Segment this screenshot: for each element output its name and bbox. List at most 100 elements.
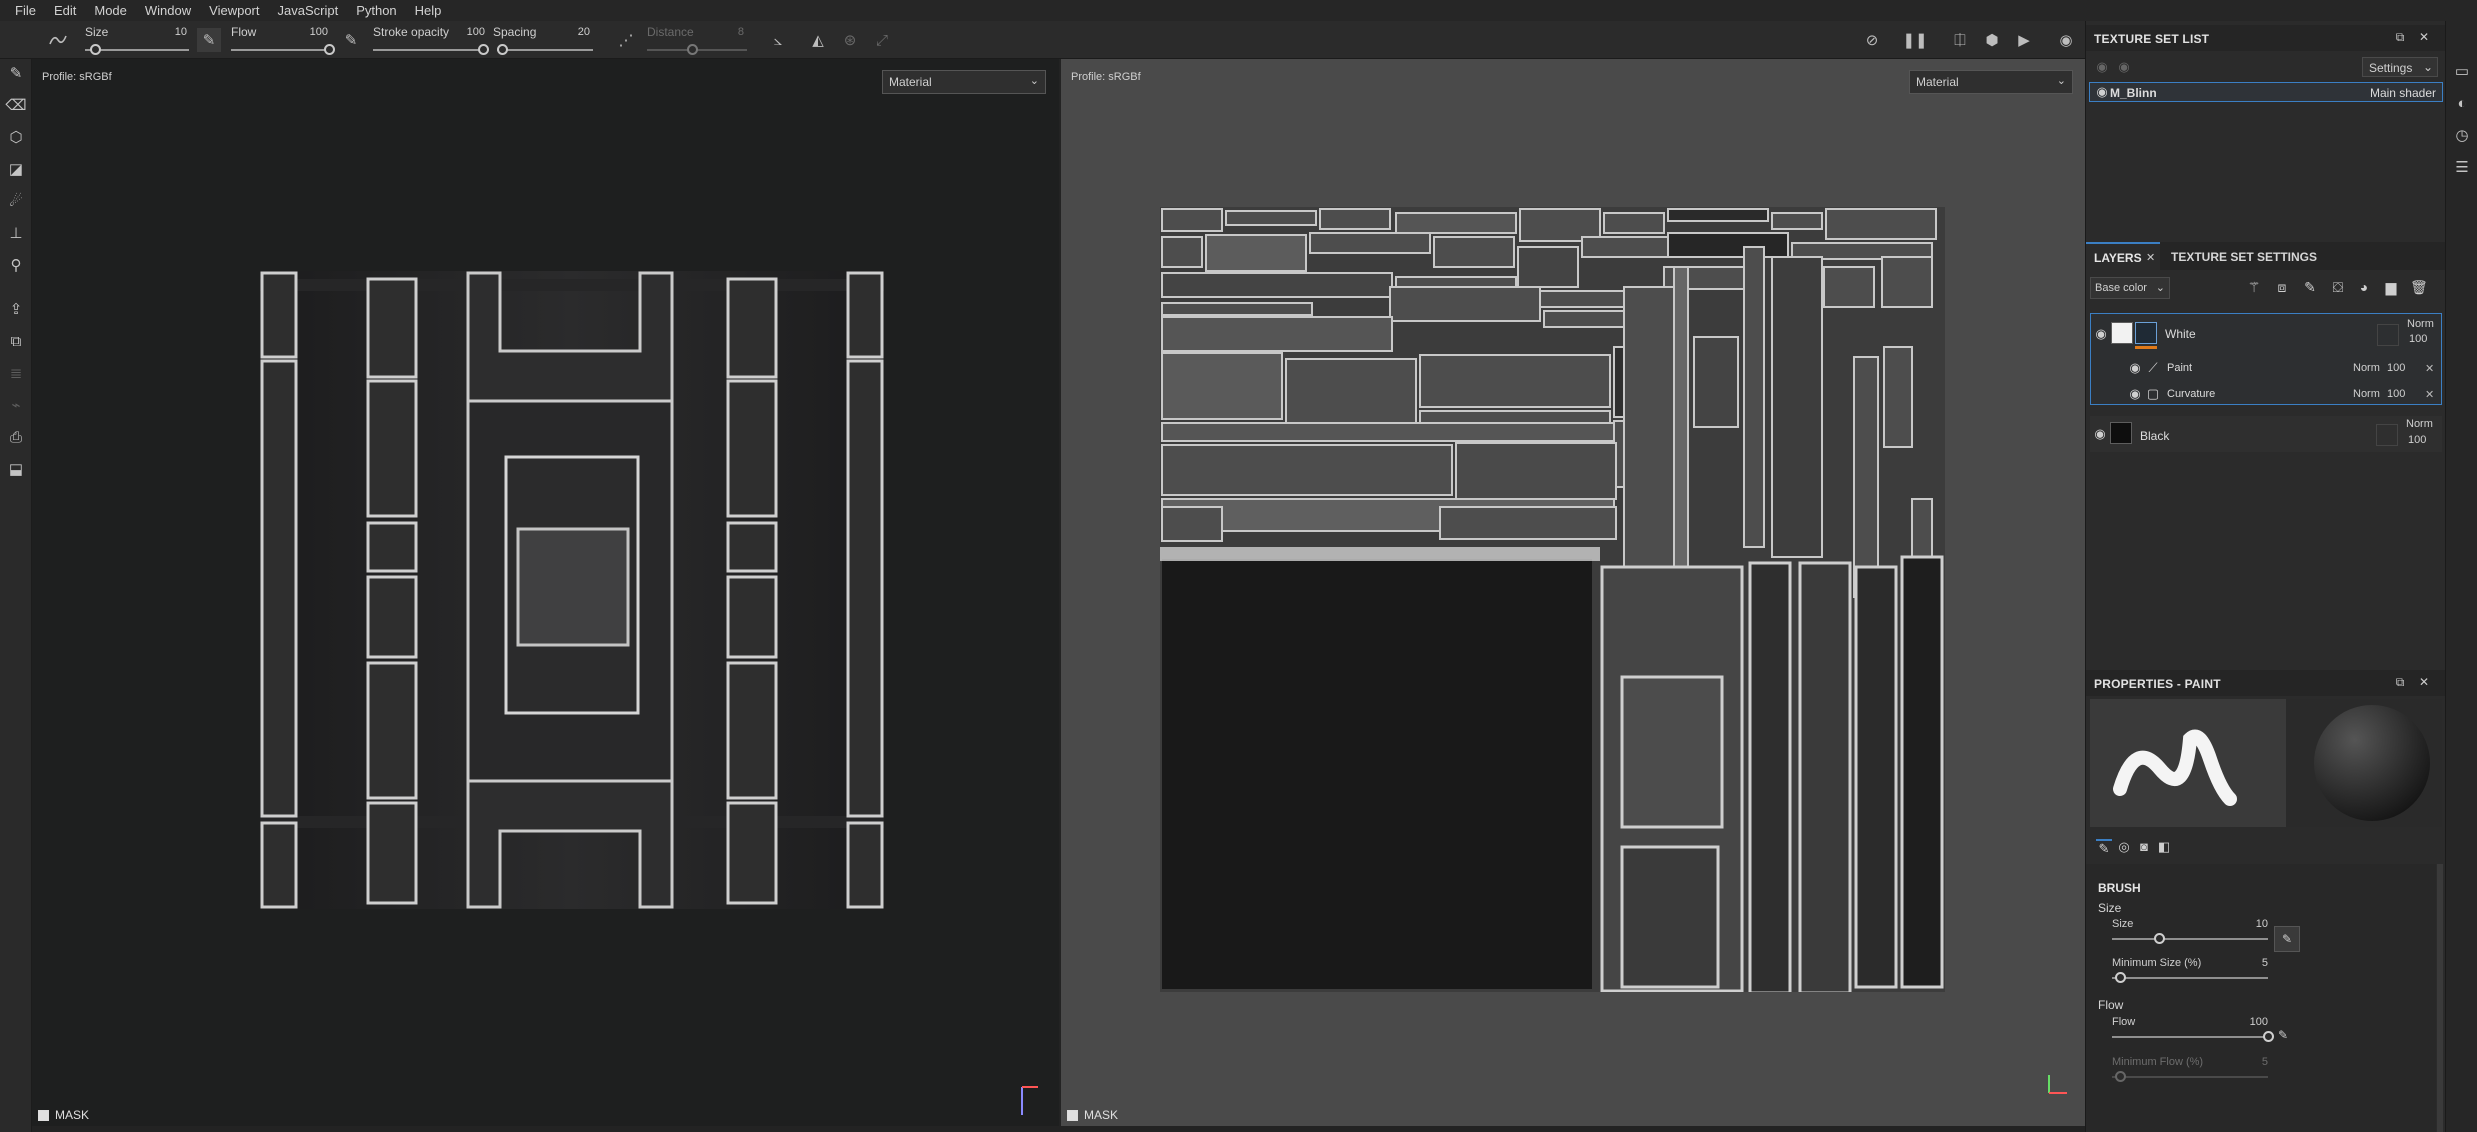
viewport-2d-channel-select[interactable]: Material ⌄ [1909, 70, 2073, 94]
texture-set-settings-button[interactable]: Settings ⌄ [2362, 57, 2438, 77]
tab-alpha-icon[interactable]: ◎ [2116, 839, 2132, 855]
log-icon[interactable]: ☰ [2450, 155, 2474, 179]
layer-white-opacity[interactable]: 100 [2409, 333, 2427, 345]
flow-slider-track[interactable] [231, 49, 329, 51]
spacing-slider-knob[interactable] [496, 44, 508, 55]
menu-edit[interactable]: Edit [45, 3, 85, 18]
close-icon[interactable]: ✕ [2425, 362, 2434, 375]
camera-3d-icon[interactable]: ⬢ [1980, 28, 2004, 52]
export-icon[interactable]: ⎙ [4, 425, 28, 449]
stroke-opacity-pen-icon[interactable]: ✎ [339, 28, 363, 52]
viewport-3d[interactable]: Profile: sRGBf Material ⌄ MASK [32, 59, 1059, 1126]
effect-paint-blend[interactable]: Norm [2353, 362, 2380, 374]
screenshot-icon[interactable]: ◉ [2054, 28, 2078, 52]
effect-curvature-opacity[interactable]: 100 [2387, 388, 2405, 400]
tab-material-icon[interactable]: ◧ [2156, 839, 2172, 855]
visibility-eye-icon[interactable]: ◉ [2127, 386, 2143, 402]
undock-icon[interactable]: ⧉ [2392, 30, 2408, 46]
size-slider-knob[interactable] [90, 44, 102, 55]
add-fill-layer-icon[interactable]: ⛋ [2330, 279, 2346, 295]
pause-icon[interactable]: ❚❚ [1902, 28, 1927, 52]
viewport-3d-channel-select[interactable]: Material ⌄ [882, 70, 1046, 94]
tab-brush-icon[interactable]: ✎ [2096, 839, 2112, 856]
size-pen-pressure-icon[interactable]: ✎ [2274, 926, 2300, 952]
lazy-mouse-icon[interactable]: ⋰ [614, 28, 638, 52]
menu-viewport[interactable]: Viewport [200, 3, 268, 18]
effect-paint-opacity[interactable]: 100 [2387, 362, 2405, 374]
effect-curvature-row[interactable]: ◉ ▢ Curvature Norm 100 ✕ [2121, 384, 2441, 404]
undock-icon[interactable]: ⧉ [2392, 675, 2408, 691]
menu-mode[interactable]: Mode [85, 3, 136, 18]
effects-wand-icon[interactable]: ⚚ [2246, 279, 2262, 295]
symmetry-icon[interactable]: ◭ [806, 28, 830, 52]
layer-channel-select[interactable]: Base color ⌄ [2090, 277, 2170, 299]
stroke-opacity-slider-track[interactable] [373, 49, 483, 51]
layer-black[interactable]: ◉ Black Norm 100 [2090, 416, 2442, 452]
display-settings-icon[interactable]: ◐ [2450, 91, 2474, 115]
menu-javascript[interactable]: JavaScript [268, 3, 347, 18]
viewport-2d-mask-toggle[interactable]: MASK [1067, 1108, 1118, 1122]
add-paint-layer-icon[interactable]: ✎ [2302, 279, 2318, 295]
flow-pen-icon[interactable]: ✎ [197, 28, 221, 52]
tab-stencil-icon[interactable]: ◙ [2136, 839, 2152, 855]
video-camera-icon[interactable]: ▶ [2012, 28, 2036, 52]
visibility-eye-icon[interactable]: ◉ [2127, 360, 2143, 376]
prop-min-size-track[interactable] [2112, 977, 2268, 979]
prop-flow-knob[interactable] [2263, 1031, 2274, 1042]
tab-texture-set-settings[interactable]: TEXTURE SET SETTINGS [2171, 250, 2317, 264]
visibility-eye-icon[interactable]: ◉ [2094, 84, 2110, 100]
hide-all-icon[interactable]: ◉ [2094, 59, 2110, 75]
visibility-eye-icon[interactable]: ◉ [2093, 326, 2109, 342]
layer-white-mask-thumb[interactable] [2135, 322, 2157, 344]
close-icon[interactable]: ✕ [2416, 675, 2432, 691]
projection-icon[interactable]: ⬡ [4, 125, 28, 149]
flow-slider-knob[interactable] [324, 44, 335, 55]
menu-python[interactable]: Python [347, 3, 405, 18]
delete-layer-icon[interactable]: 🗑 [2410, 279, 2428, 295]
polygon-fill-icon[interactable]: ◪ [4, 157, 28, 181]
paint-brush-icon[interactable]: ✎ [4, 61, 28, 85]
prop-size-knob[interactable] [2153, 933, 2165, 944]
bake-icon[interactable]: ⇪ [4, 297, 28, 321]
view-mode-icon[interactable]: ⎅ [1948, 28, 1972, 52]
close-icon[interactable]: ✕ [2146, 251, 2155, 264]
prop-size-track[interactable] [2112, 938, 2268, 940]
properties-scrollbar[interactable] [2437, 864, 2443, 1132]
prop-flow-track[interactable] [2112, 1036, 2268, 1038]
layer-black-blend[interactable]: Norm [2406, 418, 2433, 430]
texture-set-list-icon[interactable]: ▭ [2450, 59, 2474, 83]
close-icon[interactable]: ✕ [2416, 30, 2432, 46]
history-icon[interactable]: ◷ [2450, 123, 2474, 147]
layer-black-opacity[interactable]: 100 [2408, 434, 2426, 446]
add-folder-icon[interactable]: ▆ [2383, 279, 2399, 295]
stroke-opacity-slider-knob[interactable] [478, 44, 489, 55]
effect-curvature-blend[interactable]: Norm [2353, 388, 2380, 400]
visibility-eye-icon[interactable]: ◉ [2092, 426, 2108, 442]
menu-window[interactable]: Window [136, 3, 200, 18]
flow-pen-pressure-icon[interactable]: ✎ [2278, 1028, 2288, 1042]
add-mask-icon[interactable]: ⧈ [2274, 279, 2290, 295]
close-icon[interactable]: ✕ [2425, 388, 2434, 401]
brush-preset-icon[interactable] [46, 28, 70, 52]
hide-ui-icon[interactable]: ⊘ [1860, 28, 1884, 52]
clone-icon[interactable]: ⊥ [4, 221, 28, 245]
baking-settings-icon[interactable]: ⧉ [4, 329, 28, 353]
prop-min-size-knob[interactable] [2114, 972, 2126, 983]
spacing-slider-track[interactable] [497, 49, 593, 51]
line-icon[interactable]: ⦣ [766, 28, 790, 52]
color-picker-icon[interactable]: ⚲ [4, 253, 28, 277]
tab-layers[interactable]: LAYERS ✕ [2086, 242, 2160, 270]
menu-help[interactable]: Help [406, 3, 451, 18]
layer-white-blend[interactable]: Norm [2407, 318, 2434, 330]
show-all-icon[interactable]: ◉ [2116, 59, 2132, 75]
shelf-icon[interactable]: ⬓ [4, 457, 28, 481]
menu-file[interactable]: File [6, 3, 45, 18]
viewport-3d-mask-toggle[interactable]: MASK [38, 1108, 89, 1122]
texture-set-item[interactable]: ◉ M_Blinn Main shader [2089, 82, 2443, 102]
layer-white-group[interactable]: ◉ White Norm 100 ◉ ⟋ Paint Norm 100 ✕ ◉ … [2090, 313, 2442, 405]
add-smart-material-icon[interactable]: ◕ [2356, 279, 2372, 295]
effect-paint-row[interactable]: ◉ ⟋ Paint Norm 100 ✕ [2121, 358, 2441, 378]
viewport-2d[interactable]: Profile: sRGBf Material ⌄ MASK [1061, 59, 2085, 1126]
smudge-icon[interactable]: ☄ [4, 189, 28, 213]
eraser-icon[interactable]: ⌫ [4, 93, 28, 117]
